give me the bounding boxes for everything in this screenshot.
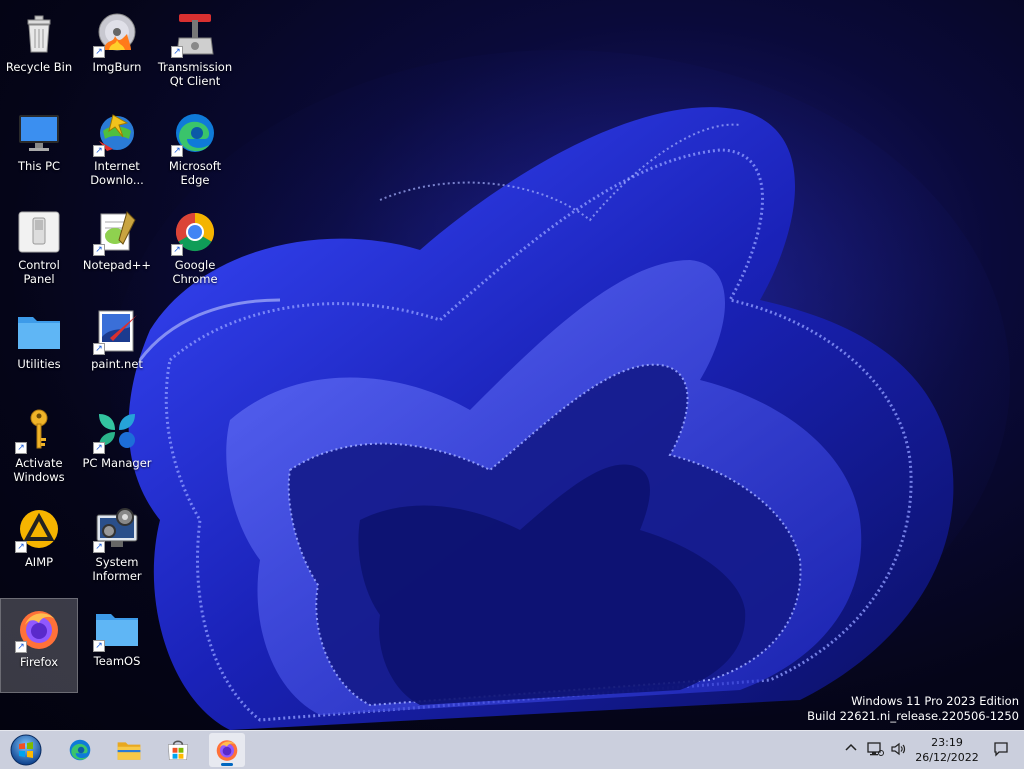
pc-manager-icon: ↗ [93, 406, 141, 454]
shortcut-arrow-icon: ↗ [93, 541, 105, 553]
desktop-icon-label: Firefox [19, 655, 59, 669]
volume-icon[interactable] [890, 741, 906, 757]
desktop-icon-label: ImgBurn [92, 60, 142, 74]
edition-text: Windows 11 Pro 2023 Edition [851, 694, 1019, 708]
globe-download-icon: ↗ [93, 109, 141, 157]
desktop-icon-label: Recycle Bin [5, 60, 73, 74]
desktop-icon-label: This PC [17, 159, 61, 173]
network-icon[interactable] [866, 741, 884, 757]
desktop-icon-this-pc[interactable]: This PC [0, 103, 78, 198]
taskbar-microsoft-store[interactable] [160, 733, 196, 767]
folder-icon [15, 307, 63, 355]
desktop-icon-label: paint.net [91, 357, 143, 371]
clock-time: 23:19 [931, 736, 963, 749]
system-gear-icon: ↗ [93, 505, 141, 553]
disc-flame-icon: ↗ [93, 10, 141, 58]
desktop-icon-microsoft-edge[interactable]: ↗ Microsoft Edge [156, 103, 234, 198]
shortcut-arrow-icon: ↗ [93, 46, 105, 58]
control-panel-icon [15, 208, 63, 256]
desktop-icon-internet-download-manager[interactable]: ↗ Internet Downlo... [78, 103, 156, 198]
desktop-icon-label: Notepad++ [82, 258, 152, 272]
monitor-icon [15, 109, 63, 157]
folder-icon [117, 742, 141, 760]
edge-icon [69, 739, 91, 761]
notification-center-icon[interactable] [993, 741, 1009, 757]
taskbar-firefox[interactable] [209, 733, 245, 767]
desktop-icon-label: Microsoft Edge [168, 159, 222, 187]
desktop-icon-aimp[interactable]: ↗ AIMP [0, 499, 78, 594]
desktop-icon-teamos[interactable]: ↗ TeamOS [78, 598, 156, 693]
desktop-icon-label: TeamOS [93, 654, 141, 668]
taskbar-clock[interactable]: 23:19 26/12/2022 [912, 735, 982, 765]
desktop-icon-notepad-plus-plus[interactable]: ↗ Notepad++ [78, 202, 156, 297]
desktop-icon-pc-manager[interactable]: ↗ PC Manager [78, 400, 156, 495]
desktop-icon-label: Control Panel [18, 258, 60, 286]
paint-canvas-icon: ↗ [93, 307, 141, 355]
folder-icon: ↗ [93, 604, 141, 652]
taskbar-file-explorer[interactable] [111, 733, 147, 767]
firefox-icon [216, 740, 238, 761]
desktop-icon-control-panel[interactable]: Control Panel [0, 202, 78, 297]
shortcut-arrow-icon: ↗ [15, 641, 27, 653]
desktop-icon-label: Transmission Qt Client [157, 60, 233, 88]
recycle-bin-icon [15, 10, 63, 58]
desktop-icon-transmission[interactable]: ↗ Transmission Qt Client [156, 4, 234, 99]
shortcut-arrow-icon: ↗ [15, 541, 27, 553]
desktop-icon-label: Internet Downlo... [90, 159, 144, 187]
desktop-icon-label: PC Manager [82, 456, 152, 470]
aimp-icon: ↗ [15, 505, 63, 553]
desktop-icon-activate-windows[interactable]: ↗ Activate Windows [0, 400, 78, 495]
desktop-icon-label: Activate Windows [13, 456, 65, 484]
taskbar: 23:19 26/12/2022 [0, 730, 1024, 769]
desktop-icon-system-informer[interactable]: ↗ System Informer [78, 499, 156, 594]
chrome-icon: ↗ [171, 208, 219, 256]
shortcut-arrow-icon: ↗ [171, 244, 183, 256]
shortcut-arrow-icon: ↗ [15, 442, 27, 454]
desktop-icon-imgburn[interactable]: ↗ ImgBurn [78, 4, 156, 99]
start-button[interactable] [8, 733, 44, 767]
desktop-icon-google-chrome[interactable]: ↗ Google Chrome [156, 202, 234, 297]
chevron-up-icon[interactable] [843, 741, 859, 757]
key-icon: ↗ [15, 406, 63, 454]
desktop-icon-label: Google Chrome [172, 258, 218, 286]
shortcut-arrow-icon: ↗ [171, 46, 183, 58]
taskbar-edge[interactable] [62, 733, 98, 767]
desktop-icon-utilities[interactable]: Utilities [0, 301, 78, 396]
desktop-icon-recycle-bin[interactable]: Recycle Bin [0, 4, 78, 99]
windows-edition-watermark: Windows 11 Pro 2023 Edition Build 22621.… [807, 694, 1019, 724]
clock-date: 26/12/2022 [915, 751, 979, 764]
edge-icon: ↗ [171, 109, 219, 157]
desktop-icon-label: Utilities [17, 357, 61, 371]
shortcut-arrow-icon: ↗ [93, 145, 105, 157]
shortcut-arrow-icon: ↗ [93, 442, 105, 454]
firefox-icon: ↗ [15, 605, 63, 653]
shortcut-arrow-icon: ↗ [93, 640, 105, 652]
build-text: Build 22621.ni_release.220506-1250 [807, 709, 1019, 723]
transmission-icon: ↗ [171, 10, 219, 58]
desktop-icon-label: System Informer [92, 555, 142, 583]
notepad-icon: ↗ [93, 208, 141, 256]
shortcut-arrow-icon: ↗ [93, 343, 105, 355]
desktop-icon-label: AIMP [24, 555, 54, 569]
shortcut-arrow-icon: ↗ [93, 244, 105, 256]
desktop-icon-firefox[interactable]: ↗ Firefox [0, 598, 78, 693]
shortcut-arrow-icon: ↗ [171, 145, 183, 157]
store-icon [167, 740, 189, 761]
windows-orb-icon [10, 734, 42, 766]
desktop-icon-paint-net[interactable]: ↗ paint.net [78, 301, 156, 396]
